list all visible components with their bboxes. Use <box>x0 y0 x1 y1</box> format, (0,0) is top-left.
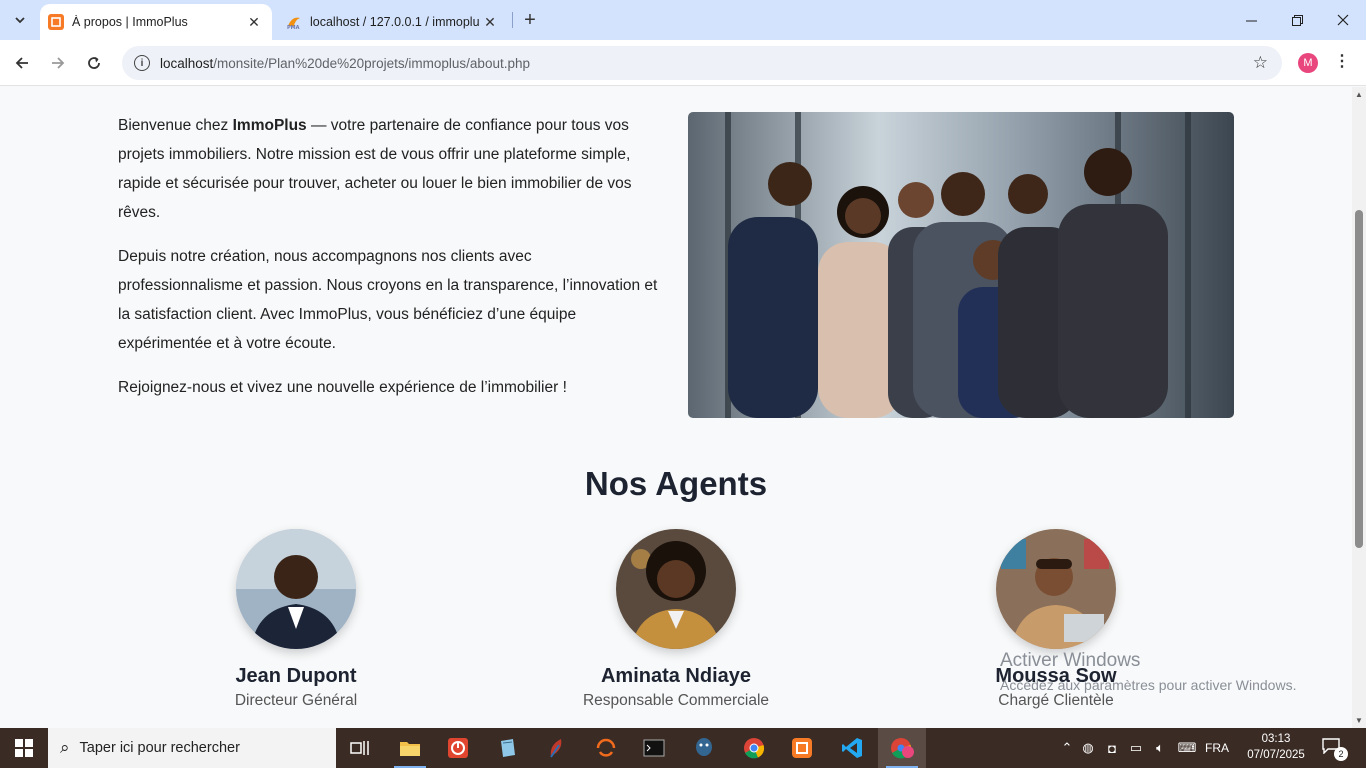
reload-icon[interactable] <box>80 49 108 77</box>
agent-role: Directeur Général <box>234 692 358 709</box>
more-menu-icon[interactable]: ⋮ <box>1334 51 1350 71</box>
language-indicator[interactable]: FRA <box>1202 741 1232 755</box>
close-window-icon[interactable] <box>1320 0 1366 40</box>
volume-icon[interactable]: 🔈︎ <box>1148 740 1172 756</box>
bookmark-star-icon[interactable]: ☆ <box>1253 53 1268 73</box>
tab-title: À propos | ImmoPlus <box>72 15 188 29</box>
keyboard-icon[interactable]: ⌨ <box>1172 740 1202 756</box>
tab-separator <box>512 12 513 28</box>
agent-card: Aminata Ndiaye Responsable Commerciale <box>526 529 826 710</box>
back-arrow-icon[interactable] <box>8 49 36 77</box>
address-bar[interactable]: i localhost/monsite/Plan%20de%20projets/… <box>122 46 1282 80</box>
new-tab-plus-icon[interactable]: + <box>518 8 542 32</box>
app-orange-icon[interactable] <box>582 728 630 768</box>
battery-icon[interactable]: ▭ <box>1124 740 1148 756</box>
notification-center-icon[interactable]: 2 <box>1322 738 1348 761</box>
page-viewport: Bienvenue chez ImmoPlus — votre partenai… <box>0 87 1352 728</box>
intro-paragraph-2: Depuis notre création, nous accompagnons… <box>118 248 658 352</box>
search-placeholder: Taper ici pour rechercher <box>79 740 240 756</box>
tab-title: localhost / 127.0.0.1 / immoplus <box>310 15 480 29</box>
xampp-icon[interactable] <box>778 728 826 768</box>
windows-activation-title: Activer Windows <box>1000 650 1141 671</box>
agent-name: Aminata Ndiaye <box>600 665 752 687</box>
agent-photo <box>236 529 356 649</box>
camera-icon[interactable]: ◘ <box>1100 741 1124 756</box>
tab-close-icon[interactable]: ✕ <box>244 12 264 32</box>
tab-close-icon[interactable]: ✕ <box>480 12 500 32</box>
app-red-icon[interactable] <box>434 728 482 768</box>
agents-section-title: Nos Agents <box>584 465 768 502</box>
taskbar-clock[interactable]: 03:13 07/07/2025 <box>1243 731 1309 763</box>
windows-start-icon[interactable] <box>0 728 48 768</box>
windows-taskbar: ⌕ Taper ici pour rechercher ⌃ ◍ ◘ ▭ 🔈︎ ⌨… <box>0 728 1366 768</box>
windows-activation-subtitle: Accédez aux paramètres pour activer Wind… <box>1000 677 1297 693</box>
task-view-icon[interactable] <box>336 728 384 768</box>
globe-icon[interactable]: ◍ <box>1076 740 1100 756</box>
url-host: localhost <box>160 55 214 71</box>
team-photo <box>688 112 1234 418</box>
phpmyadmin-favicon-icon: PMA <box>286 14 302 31</box>
scroll-down-icon[interactable]: ▼ <box>1355 716 1363 725</box>
url-path: /monsite/Plan%20de%20projets/immoplus/ab… <box>213 55 530 71</box>
agent-name: Jean Dupont <box>235 665 357 687</box>
brand-name: ImmoPlus <box>232 117 307 134</box>
forward-arrow-icon[interactable] <box>44 49 72 77</box>
agent-role: Responsable Commerciale <box>582 692 770 709</box>
restore-icon[interactable] <box>1274 0 1320 40</box>
tab-phpmyadmin[interactable]: PMA localhost / 127.0.0.1 / immoplus ✕ <box>278 4 508 40</box>
app-notes-icon[interactable] <box>484 728 532 768</box>
scroll-thumb[interactable] <box>1355 210 1363 548</box>
tab-about-immoplus[interactable]: À propos | ImmoPlus ✕ <box>40 4 272 40</box>
minimize-icon[interactable] <box>1228 0 1274 40</box>
clock-date: 07/07/2025 <box>1247 749 1305 761</box>
terminal-icon[interactable] <box>630 728 678 768</box>
file-explorer-icon[interactable] <box>386 728 434 768</box>
page-scrollbar[interactable]: ▲ ▼ <box>1352 87 1366 728</box>
system-tray: ⌃ ◍ ◘ ▭ 🔈︎ ⌨ FRA <box>1058 728 1232 768</box>
agent-photo <box>616 529 736 649</box>
chrome-profile-icon[interactable] <box>878 728 926 768</box>
chevron-up-icon[interactable]: ⌃ <box>1058 740 1076 756</box>
search-icon: ⌕ <box>60 738 70 757</box>
agent-photo <box>996 529 1116 649</box>
intro-paragraph-3: Rejoignez-nous et vivez une nouvelle exp… <box>118 379 567 396</box>
taskbar-search-input[interactable]: ⌕ Taper ici pour rechercher <box>48 728 336 768</box>
scroll-up-icon[interactable]: ▲ <box>1355 90 1363 99</box>
about-intro: Bienvenue chez ImmoPlus — votre partenai… <box>118 111 658 417</box>
agent-role: Chargé Clientèle <box>998 692 1114 709</box>
site-info-icon[interactable]: i <box>134 55 150 71</box>
clock-time: 03:13 <box>1261 733 1291 745</box>
app-feather-icon[interactable] <box>532 728 580 768</box>
profile-avatar[interactable]: M <box>1298 53 1318 73</box>
chevron-down-icon <box>15 17 25 24</box>
agent-card: Jean Dupont Directeur Général <box>146 529 446 710</box>
svg-text:PMA: PMA <box>287 25 300 30</box>
notification-count-badge: 2 <box>1334 747 1348 761</box>
vscode-icon[interactable] <box>828 728 876 768</box>
browser-toolbar: i localhost/monsite/Plan%20de%20projets/… <box>0 40 1366 86</box>
tab-search-button[interactable] <box>8 8 32 32</box>
chrome-icon[interactable] <box>730 728 778 768</box>
browser-tab-strip: À propos | ImmoPlus ✕ PMA localhost / 12… <box>0 0 1366 40</box>
intro-paragraph-1: Bienvenue chez ImmoPlus — votre partenai… <box>118 117 632 221</box>
xampp-favicon-icon <box>48 14 64 30</box>
postgresql-icon[interactable] <box>680 728 728 768</box>
